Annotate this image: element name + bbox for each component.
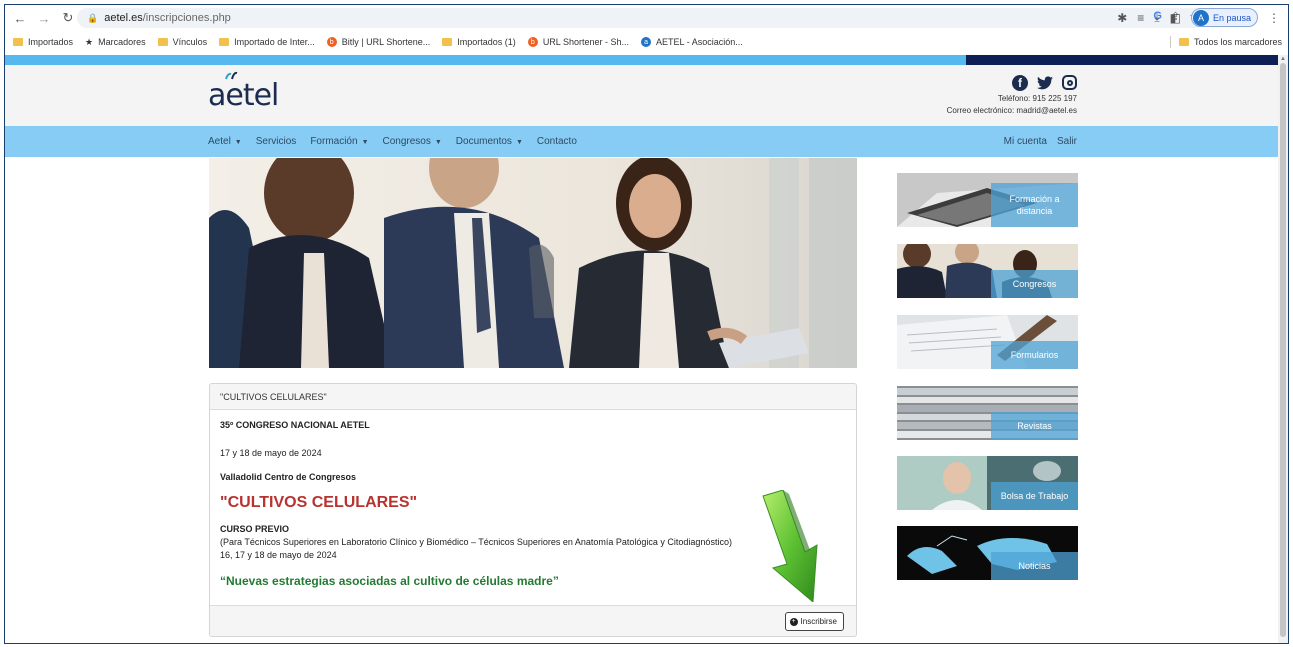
- bookmark-item[interactable]: Importado de Inter...: [219, 37, 315, 47]
- venue-text: Valladolid Centro de Congresos: [220, 472, 357, 482]
- card-footer: + Inscribirse: [210, 605, 856, 636]
- menu-item-servicios[interactable]: Servicios: [256, 136, 297, 147]
- sidebar-item-label: Formularios: [991, 341, 1078, 369]
- course-title: “Nuevas estrategias asociadas al cultivo…: [220, 574, 559, 588]
- browser-window: ← → ↻ 🔒 aetel.es/inscripciones.php G ⇪ ☆…: [4, 4, 1289, 644]
- sidebar-item-label: Noticias: [991, 552, 1078, 580]
- aetel-favicon-icon: a: [641, 37, 652, 47]
- site-logo[interactable]: aetel: [208, 71, 279, 113]
- bitly-icon: b: [326, 37, 337, 47]
- back-icon[interactable]: ←: [11, 9, 29, 27]
- browser-toolbar: ← → ↻ 🔒 aetel.es/inscripciones.php G ⇪ ☆…: [5, 5, 1288, 31]
- bookmark-item[interactable]: Importados (1): [442, 37, 516, 47]
- bookmark-item[interactable]: Vínculos: [157, 37, 207, 47]
- sidebar-item-formacion[interactable]: Formación a distancia: [897, 173, 1078, 227]
- bookmark-item[interactable]: b URL Shortener - Sh...: [527, 37, 629, 47]
- top-accent-bar: [5, 55, 1280, 65]
- folder-icon: [219, 38, 230, 46]
- menu-item-formacion[interactable]: Formación ▼: [310, 136, 368, 147]
- side-panel-icon[interactable]: ◧: [1170, 11, 1181, 25]
- page-scrollbar[interactable]: ▲: [1278, 55, 1288, 643]
- event-card: "CULTIVOS CELULARES" 35º CONGRESO NACION…: [209, 383, 857, 637]
- bookmark-item[interactable]: Importados: [13, 37, 73, 47]
- course-label: CURSO PREVIO: [220, 524, 290, 534]
- caret-down-icon: ▼: [361, 139, 369, 146]
- main-menu: Aetel ▼ Servicios Formación ▼ Congresos ▼ D…: [5, 126, 1280, 157]
- url-path: /inscripciones.php: [142, 12, 231, 24]
- bookmarks-bar: Importados ★ Marcadores Vínculos Importad…: [5, 32, 1288, 52]
- hero-image: [209, 158, 857, 368]
- page-viewport: aetel f Teléfono: 915 225 197 Correo ele…: [5, 55, 1280, 643]
- extensions-icon[interactable]: ✱: [1117, 11, 1127, 25]
- menu-item-aetel[interactable]: Aetel ▼: [208, 136, 242, 147]
- sidebar-item-revistas[interactable]: Revistas: [897, 386, 1078, 440]
- forward-icon[interactable]: →: [35, 9, 53, 27]
- menu-item-congresos[interactable]: Congresos ▼: [383, 136, 442, 147]
- menu-item-contacto[interactable]: Contacto: [537, 136, 577, 147]
- profile-status: En pausa: [1212, 12, 1251, 23]
- all-bookmarks[interactable]: Todos los marcadores: [1169, 36, 1282, 48]
- congress-title: 35º CONGRESO NACIONAL AETEL: [220, 420, 370, 430]
- download-icon[interactable]: ⤓: [1154, 10, 1159, 25]
- folder-icon: [442, 38, 453, 46]
- site-header: aetel f Teléfono: 915 225 197 Correo ele…: [5, 65, 1280, 126]
- card-header: "CULTIVOS CELULARES": [210, 384, 856, 410]
- folder-icon: [1178, 38, 1189, 46]
- caret-down-icon: ▼: [234, 139, 242, 146]
- scroll-up-icon[interactable]: ▲: [1280, 56, 1286, 62]
- folder-icon: [13, 38, 23, 46]
- profile-button[interactable]: A En pausa: [1190, 8, 1258, 27]
- card-body: 35º CONGRESO NACIONAL AETEL 17 y 18 de m…: [210, 410, 856, 606]
- green-arrow-icon: [762, 490, 818, 602]
- menu-kebab-icon[interactable]: ⋮: [1268, 11, 1280, 25]
- star-icon: ★: [85, 36, 94, 47]
- bookmark-item[interactable]: b Bitly | URL Shortene...: [326, 37, 430, 47]
- bitly-icon: b: [527, 37, 538, 47]
- menu-item-documentos[interactable]: Documentos ▼: [456, 136, 523, 147]
- sidebar-item-congresos[interactable]: Congresos: [897, 244, 1078, 298]
- inscribirse-button[interactable]: + Inscribirse: [784, 612, 844, 631]
- email-text[interactable]: Correo electrónico: madrid@aetel.es: [947, 105, 1077, 117]
- menu-item-mi-cuenta[interactable]: Mi cuenta: [1004, 136, 1047, 147]
- instagram-icon[interactable]: [1062, 75, 1077, 90]
- logo-mark-icon: [225, 71, 238, 80]
- contact-info: f Teléfono: 915 225 197 Correo electróni…: [947, 75, 1077, 117]
- bookmark-item[interactable]: a AETEL - Asociación...: [641, 37, 743, 47]
- reading-list-icon[interactable]: ≡: [1137, 11, 1144, 25]
- social-links: f: [947, 75, 1077, 91]
- avatar: A: [1192, 9, 1209, 26]
- caret-down-icon: ▼: [515, 139, 523, 146]
- sidebar-item-label: Congresos: [991, 270, 1078, 298]
- twitter-icon[interactable]: [1037, 75, 1053, 91]
- scrollbar-thumb[interactable]: [1280, 63, 1286, 637]
- reload-icon[interactable]: ↻: [59, 9, 77, 27]
- bookmark-item[interactable]: ★ Marcadores: [85, 37, 146, 48]
- sidebar-item-formularios[interactable]: Formularios: [897, 315, 1078, 369]
- facebook-icon[interactable]: f: [1012, 75, 1028, 91]
- sidebar-item-label: Formación a distancia: [991, 183, 1078, 227]
- plus-circle-icon: +: [789, 617, 798, 626]
- course-audience: (Para Técnicos Superiores en Laboratorio…: [220, 537, 732, 547]
- sidebar-item-label: Bolsa de Trabajo: [991, 482, 1078, 510]
- address-bar[interactable]: 🔒 aetel.es/inscripciones.php G ⇪ ☆: [77, 8, 1205, 28]
- sidebar-item-bolsa[interactable]: Bolsa de Trabajo: [897, 456, 1078, 510]
- folder-icon: [157, 38, 168, 46]
- menu-item-salir[interactable]: Salir: [1057, 136, 1077, 147]
- lock-icon: 🔒: [87, 12, 99, 23]
- logo-text: aetel: [208, 78, 279, 113]
- sidebar-item-noticias[interactable]: Noticias: [897, 526, 1078, 580]
- caret-down-icon: ▼: [434, 139, 442, 146]
- event-main-title: "CULTIVOS CELULARES": [220, 494, 418, 511]
- congress-dates: 17 y 18 de mayo de 2024: [220, 448, 322, 458]
- phone-text: Teléfono: 915 225 197: [997, 94, 1077, 103]
- sidebar-item-label: Revistas: [991, 412, 1078, 440]
- url-domain: aetel.es: [104, 12, 143, 24]
- course-dates: 16, 17 y 18 de mayo de 2024: [220, 550, 337, 560]
